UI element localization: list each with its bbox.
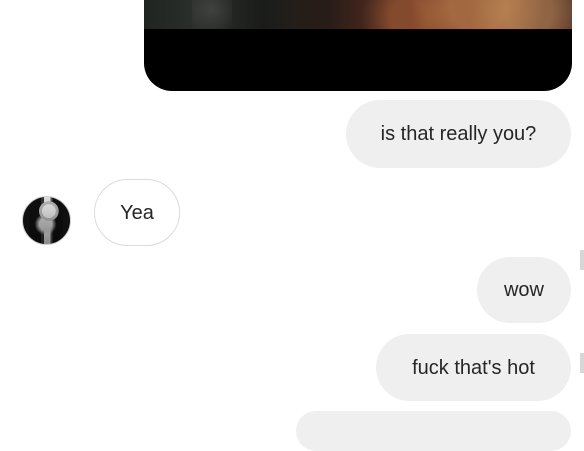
incoming-message-bubble[interactable]: Yea — [94, 179, 180, 246]
outgoing-message-bubble[interactable]: wow — [477, 257, 571, 323]
shared-photo-message[interactable] — [144, 0, 572, 91]
partial-outgoing-message-bubble[interactable] — [296, 411, 571, 451]
scroll-edge-indicator — [580, 353, 584, 373]
scroll-edge-indicator — [580, 250, 584, 270]
shared-photo-preview[interactable] — [144, 0, 572, 29]
outgoing-message-bubble[interactable]: is that really you? — [346, 100, 571, 168]
avatar-image — [29, 197, 63, 244]
message-text: is that really you? — [380, 123, 537, 145]
outgoing-message-bubble[interactable]: fuck that's hot — [376, 334, 571, 401]
message-text: Yea — [120, 201, 154, 224]
message-text: wow — [503, 279, 544, 301]
message-text: fuck that's hot — [412, 356, 535, 379]
avatar[interactable] — [22, 196, 71, 245]
